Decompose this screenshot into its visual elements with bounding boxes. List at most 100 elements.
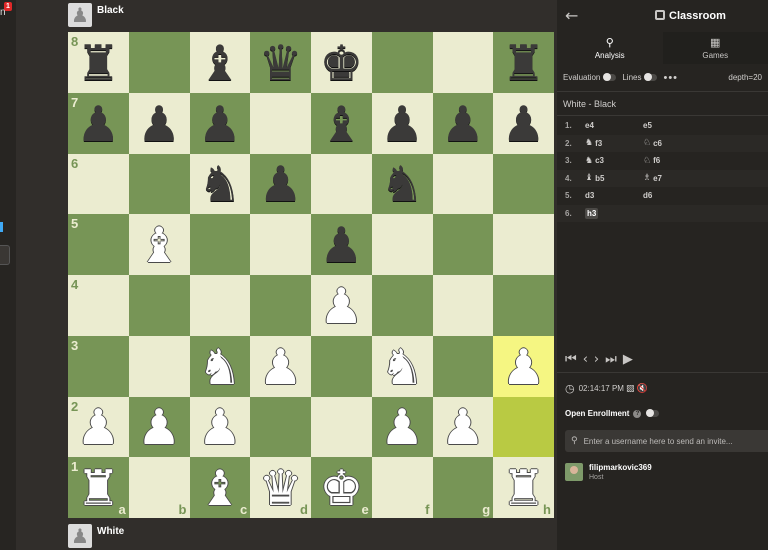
square-a5[interactable]: 5 bbox=[68, 214, 129, 275]
play-icon[interactable]: ▶ bbox=[623, 352, 633, 367]
black-pawn-icon[interactable]: ♟ bbox=[319, 221, 363, 270]
square-d7[interactable] bbox=[250, 92, 311, 154]
white-pawn-icon[interactable]: ♟ bbox=[259, 343, 303, 392]
back-arrow-icon[interactable]: ← bbox=[565, 6, 578, 25]
square-g1[interactable]: g bbox=[432, 457, 494, 518]
square-f7[interactable]: ♟ bbox=[371, 92, 433, 154]
square-h1[interactable]: h ♜ bbox=[493, 457, 554, 518]
square-e6[interactable] bbox=[311, 153, 372, 215]
black-rook-icon[interactable]: ♜ bbox=[76, 39, 120, 88]
white-knight-icon[interactable]: ♞ bbox=[380, 343, 424, 392]
square-f2[interactable]: ♟ bbox=[371, 396, 433, 458]
square-g5[interactable] bbox=[432, 214, 494, 275]
square-b4[interactable] bbox=[128, 275, 190, 336]
white-rook-icon[interactable]: ♜ bbox=[76, 464, 120, 513]
more-options-icon[interactable]: ••• bbox=[663, 72, 678, 84]
square-g8[interactable] bbox=[432, 32, 494, 93]
square-e2[interactable] bbox=[311, 396, 372, 458]
square-h3[interactable]: ♟ bbox=[493, 335, 554, 397]
square-f5[interactable] bbox=[371, 214, 433, 275]
square-b7[interactable]: ♟ bbox=[128, 92, 190, 154]
square-d5[interactable] bbox=[250, 214, 311, 275]
square-a8[interactable]: 8 ♜ bbox=[68, 32, 129, 93]
square-c2[interactable]: ♟ bbox=[189, 396, 251, 458]
square-c1[interactable]: c ♝ bbox=[189, 457, 251, 518]
black-bishop-icon[interactable]: ♝ bbox=[198, 39, 242, 88]
square-a2[interactable]: 2 ♟ bbox=[68, 396, 129, 458]
square-h2[interactable] bbox=[493, 396, 554, 458]
square-c6[interactable]: ♞ bbox=[189, 153, 251, 215]
square-g2[interactable]: ♟ bbox=[432, 396, 494, 458]
black-pawn-icon[interactable]: ♟ bbox=[259, 160, 303, 209]
square-b5[interactable]: ♝ bbox=[128, 214, 190, 275]
black-move[interactable]: ♗ e7 bbox=[643, 173, 701, 183]
square-d2[interactable] bbox=[250, 396, 311, 458]
square-e7[interactable]: ♝ bbox=[311, 92, 372, 154]
square-d3[interactable]: ♟ bbox=[250, 335, 311, 397]
white-pawn-icon[interactable]: ♟ bbox=[319, 282, 363, 331]
black-move[interactable]: ♘ c6 bbox=[643, 138, 701, 148]
tab-games[interactable]: ▦ Games bbox=[663, 32, 768, 64]
enrollment-toggle[interactable] bbox=[646, 409, 660, 417]
square-e5[interactable]: ♟ bbox=[311, 214, 372, 275]
square-h5[interactable] bbox=[493, 214, 554, 275]
square-g3[interactable] bbox=[432, 335, 494, 397]
black-knight-icon[interactable]: ♞ bbox=[198, 160, 242, 209]
white-bishop-icon[interactable]: ♝ bbox=[137, 221, 181, 270]
square-b2[interactable]: ♟ bbox=[128, 396, 190, 458]
white-pawn-icon[interactable]: ♟ bbox=[502, 343, 546, 392]
prev-move-icon[interactable]: ‹ bbox=[583, 352, 588, 367]
square-h7[interactable]: ♟ bbox=[493, 92, 554, 154]
white-move[interactable]: ♝ b5 bbox=[585, 173, 643, 183]
mute-icon[interactable]: 🔇 bbox=[637, 384, 648, 394]
square-c3[interactable]: ♞ bbox=[189, 335, 251, 397]
black-bishop-icon[interactable]: ♝ bbox=[319, 100, 363, 149]
square-b6[interactable] bbox=[128, 153, 190, 215]
white-pawn-icon[interactable]: ♟ bbox=[441, 403, 485, 452]
square-a1[interactable]: 1 a ♜ bbox=[68, 457, 129, 518]
black-queen-icon[interactable]: ♛ bbox=[259, 39, 303, 88]
square-h8[interactable]: ♜ bbox=[493, 32, 554, 93]
white-king-icon[interactable]: ♚ bbox=[319, 464, 363, 513]
square-e8[interactable]: ♚ bbox=[311, 32, 372, 93]
square-c7[interactable]: ♟ bbox=[189, 92, 251, 154]
square-a6[interactable]: 6 bbox=[68, 153, 129, 215]
white-bishop-icon[interactable]: ♝ bbox=[198, 464, 242, 513]
black-move[interactable]: d6 bbox=[643, 191, 701, 200]
square-e1[interactable]: e ♚ bbox=[311, 457, 372, 518]
square-d4[interactable] bbox=[250, 275, 311, 336]
square-a4[interactable]: 4 bbox=[68, 275, 129, 336]
square-f1[interactable]: f bbox=[371, 457, 433, 518]
square-a3[interactable]: 3 bbox=[68, 335, 129, 397]
tab-analysis[interactable]: ⚲ Analysis bbox=[557, 32, 663, 64]
square-g7[interactable]: ♟ bbox=[432, 92, 494, 154]
square-c5[interactable] bbox=[189, 214, 251, 275]
evaluation-toggle[interactable] bbox=[603, 73, 617, 81]
white-knight-icon[interactable]: ♞ bbox=[198, 343, 242, 392]
square-h4[interactable] bbox=[493, 275, 554, 336]
white-pawn-icon[interactable]: ♟ bbox=[198, 403, 242, 452]
black-king-icon[interactable]: ♚ bbox=[319, 39, 363, 88]
white-queen-icon[interactable]: ♛ bbox=[259, 464, 303, 513]
video-off-icon[interactable]: ▧ bbox=[626, 384, 635, 394]
sidebar-collapse-handle[interactable] bbox=[0, 245, 10, 265]
last-move-icon[interactable]: ⏭ bbox=[605, 352, 617, 367]
white-rook-icon[interactable]: ♜ bbox=[502, 464, 546, 513]
square-b3[interactable] bbox=[128, 335, 190, 397]
white-pawn-icon[interactable]: ♟ bbox=[137, 403, 181, 452]
square-e4[interactable]: ♟ bbox=[311, 275, 372, 336]
black-move[interactable]: e5 bbox=[643, 121, 701, 130]
first-move-icon[interactable]: ⏮ bbox=[565, 352, 577, 367]
white-move[interactable]: ♞ c3 bbox=[585, 156, 643, 166]
white-move[interactable]: d3 bbox=[585, 191, 643, 200]
square-d6[interactable]: ♟ bbox=[250, 153, 311, 215]
white-pawn-icon[interactable]: ♟ bbox=[380, 403, 424, 452]
invite-search[interactable]: ⚲ Enter a username here to send an invit… bbox=[565, 430, 768, 452]
black-pawn-icon[interactable]: ♟ bbox=[441, 100, 485, 149]
square-h6[interactable] bbox=[493, 153, 554, 215]
black-rook-icon[interactable]: ♜ bbox=[502, 39, 546, 88]
white-pawn-icon[interactable]: ♟ bbox=[76, 403, 120, 452]
black-pawn-icon[interactable]: ♟ bbox=[198, 100, 242, 149]
square-f6[interactable]: ♞ bbox=[371, 153, 433, 215]
black-pawn-icon[interactable]: ♟ bbox=[137, 100, 181, 149]
